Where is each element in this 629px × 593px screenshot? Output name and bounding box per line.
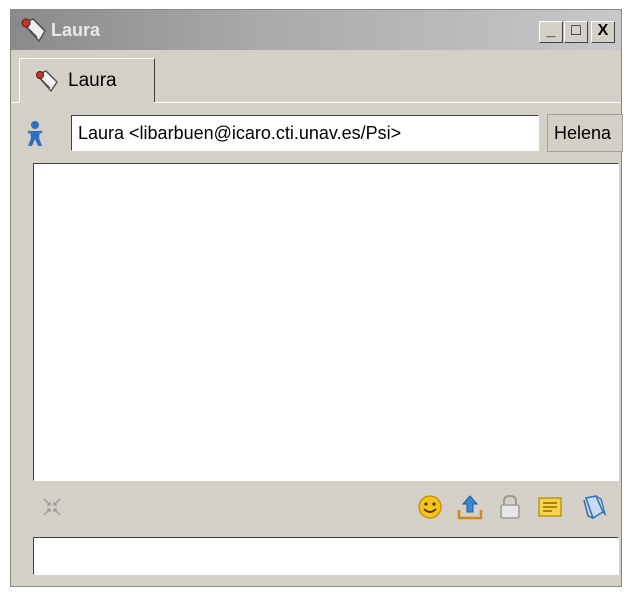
close-button[interactable]: X	[591, 21, 615, 43]
notes-icon[interactable]	[535, 492, 565, 522]
window-title: Laura	[51, 20, 101, 40]
send-file-icon[interactable]	[455, 492, 485, 522]
message-input[interactable]	[33, 537, 619, 575]
minimize-button[interactable]: _	[539, 21, 563, 43]
chat-log[interactable]	[33, 163, 619, 481]
shuttlecock-icon	[35, 70, 58, 93]
smiley-icon[interactable]	[415, 492, 445, 522]
contact-row: Helena	[11, 114, 623, 152]
chat-toolbar	[11, 488, 621, 528]
tab-label: Laura	[68, 70, 117, 91]
chat-window: Laura _ □ X Laura Helena	[10, 9, 623, 587]
collapse-arrows-icon[interactable]	[41, 496, 63, 518]
tab-strip: Laura	[11, 54, 621, 102]
lock-icon[interactable]	[495, 492, 525, 522]
title-bar[interactable]: Laura _ □ X	[11, 10, 621, 50]
person-icon	[27, 121, 43, 146]
contact-address-field[interactable]	[71, 115, 539, 151]
tab-divider	[155, 102, 621, 103]
shuttlecock-icon	[21, 18, 46, 43]
maximize-button[interactable]: □	[564, 21, 588, 43]
attach-icon[interactable]	[579, 492, 609, 522]
tab-laura[interactable]: Laura	[19, 58, 155, 102]
self-identity-button[interactable]: Helena	[547, 114, 623, 152]
tab-divider-left	[11, 102, 19, 103]
